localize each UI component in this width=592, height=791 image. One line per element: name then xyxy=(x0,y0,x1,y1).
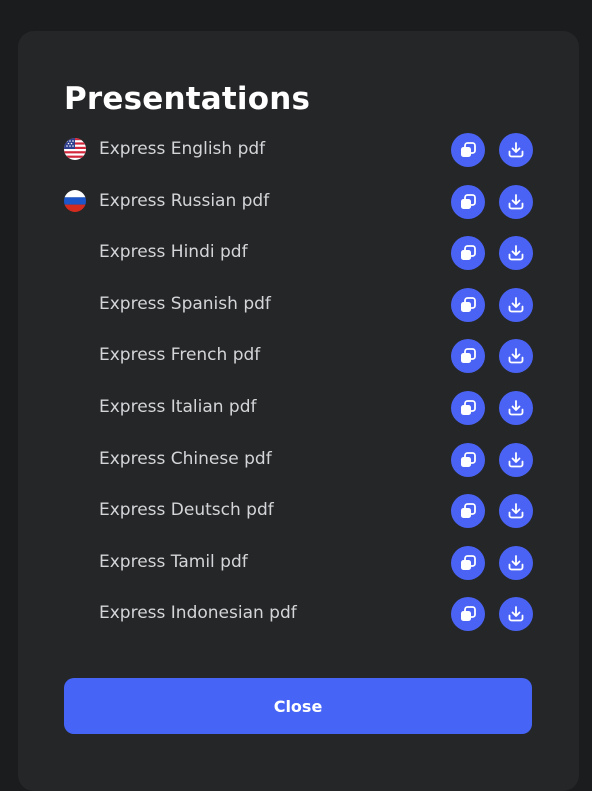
copy-icon xyxy=(461,193,476,209)
copy-icon xyxy=(461,296,476,312)
list-item: Express Deutsch pdf xyxy=(62,493,536,545)
download-icon xyxy=(508,296,524,313)
copy-button[interactable] xyxy=(451,236,485,271)
copy-button[interactable] xyxy=(451,287,485,322)
list-item: Express French pdf xyxy=(62,338,536,390)
download-button[interactable] xyxy=(499,545,533,580)
copy-button[interactable] xyxy=(451,597,485,632)
list-item: Express Italian pdf xyxy=(62,390,536,442)
list-item-label: Express English pdf xyxy=(99,139,266,159)
download-button[interactable] xyxy=(499,287,533,322)
copy-button[interactable] xyxy=(451,133,485,167)
download-button[interactable] xyxy=(499,184,533,219)
copy-button[interactable] xyxy=(451,494,485,529)
list-item-label: Express Tamil pdf xyxy=(99,551,248,572)
copy-icon xyxy=(461,503,476,519)
list-item-label: Express Deutsch pdf xyxy=(99,500,274,521)
list-item-label: Express Indonesian pdf xyxy=(99,603,297,624)
copy-icon xyxy=(461,451,476,467)
copy-icon xyxy=(461,348,476,364)
copy-button[interactable] xyxy=(451,545,485,580)
presentation-list: Express English pdf Express Russian pdf … xyxy=(62,132,536,648)
download-button[interactable] xyxy=(499,236,533,271)
list-item: Express Spanish pdf xyxy=(62,287,536,339)
list-item-label: Express Hindi pdf xyxy=(99,242,248,263)
download-icon xyxy=(508,400,524,416)
download-button[interactable] xyxy=(499,442,533,477)
download-icon xyxy=(508,451,524,467)
presentations-modal: Presentations Express English pdf Expres… xyxy=(18,31,579,791)
copy-icon xyxy=(461,142,476,157)
list-item-label: Express French pdf xyxy=(99,345,261,366)
list-item-label: Express Italian pdf xyxy=(99,396,257,417)
list-item: Express Chinese pdf xyxy=(62,442,536,494)
download-icon xyxy=(508,606,524,622)
list-item: Express Russian pdf xyxy=(62,184,536,236)
download-button[interactable] xyxy=(499,133,533,167)
list-item-label: Express Russian pdf xyxy=(99,190,270,211)
copy-button[interactable] xyxy=(451,390,485,425)
download-icon xyxy=(508,503,524,519)
list-item: Express Indonesian pdf xyxy=(62,596,536,648)
copy-button[interactable] xyxy=(451,184,485,219)
list-item-label: Express Spanish pdf xyxy=(99,293,271,314)
download-icon xyxy=(508,193,524,209)
list-item-label: Express Chinese pdf xyxy=(99,448,272,469)
download-button[interactable] xyxy=(499,390,533,425)
download-button[interactable] xyxy=(499,494,533,529)
download-icon xyxy=(508,142,524,158)
copy-icon xyxy=(461,400,476,415)
copy-icon xyxy=(461,554,476,570)
copy-icon xyxy=(461,245,476,261)
download-icon xyxy=(508,348,524,364)
download-icon xyxy=(508,554,524,571)
download-icon xyxy=(508,245,524,261)
us-flag-icon xyxy=(64,138,86,160)
modal-title: Presentations xyxy=(64,81,311,117)
close-button[interactable]: Close xyxy=(64,678,532,734)
copy-button[interactable] xyxy=(451,339,485,374)
copy-icon xyxy=(461,606,476,622)
list-item: Express English pdf xyxy=(62,132,536,184)
download-button[interactable] xyxy=(499,339,533,374)
copy-button[interactable] xyxy=(451,442,485,477)
list-item: Express Tamil pdf xyxy=(62,545,536,597)
list-item: Express Hindi pdf xyxy=(62,235,536,287)
ru-flag-icon xyxy=(64,189,86,212)
download-button[interactable] xyxy=(499,597,533,632)
